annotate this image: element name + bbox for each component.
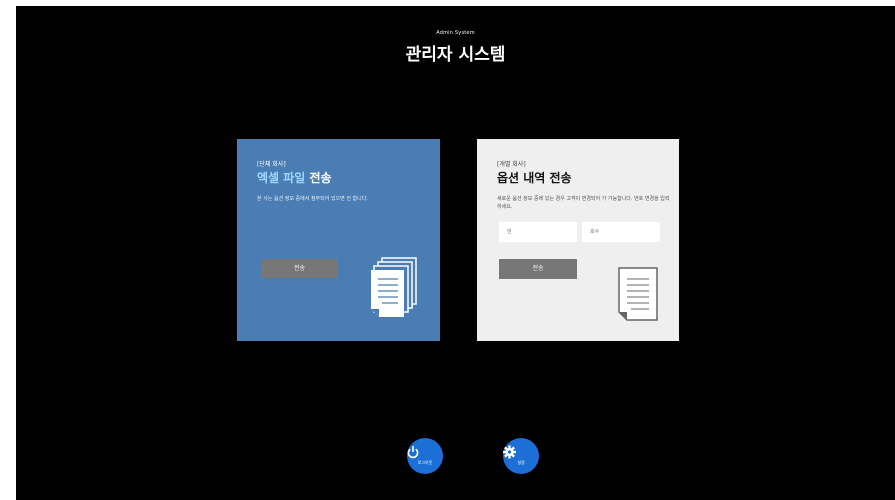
card-title: 옵션 내역 전송 xyxy=(497,171,572,185)
page-title: 관리자 시스템 xyxy=(405,45,506,65)
card-title-highlight: 엑셀 파일 xyxy=(257,171,306,185)
option-number-input[interactable] xyxy=(499,222,577,242)
card-title-rest: 전송 xyxy=(305,171,332,185)
card-tag: [개별 회사] xyxy=(497,161,526,168)
settings-label: 설정 xyxy=(517,460,525,465)
document-icon xyxy=(618,267,658,321)
gear-icon xyxy=(503,445,516,459)
card-title: 엑셀 파일 전송 xyxy=(257,169,332,186)
excel-upload-card: [단체 회사] 엑셀 파일 전송 본 사는 옵션 정보 중에서 첨부되어 있으면… xyxy=(237,139,440,341)
power-icon xyxy=(407,446,419,459)
option-room-input[interactable] xyxy=(582,222,660,242)
card-tag: [단체 회사] xyxy=(257,161,286,168)
option-send-button[interactable]: 전송 xyxy=(499,259,577,279)
document-stack-icon xyxy=(371,257,417,317)
settings-button[interactable]: 설정 xyxy=(503,438,539,474)
excel-send-button[interactable]: 전송 xyxy=(261,259,338,278)
app-frame: Admin System 관리자 시스템 [단체 회사] 엑셀 파일 전송 본 … xyxy=(16,6,895,500)
logout-label: 로그아웃 xyxy=(417,460,433,465)
logout-button[interactable]: 로그아웃 xyxy=(407,438,443,474)
option-send-card: [개별 회사] 옵션 내역 전송 새로운 옵션 정보 중에 있는 경우 고객이 … xyxy=(477,139,679,341)
card-description: 새로운 옵션 정보 중에 있는 경우 고객이 변경되어 가 가능합니다. 번호 … xyxy=(497,196,670,210)
app-subtitle: Admin System xyxy=(436,30,475,36)
card-description: 본 사는 옵션 정보 중에서 첨부되어 있으면 전 합니다. xyxy=(257,196,368,202)
